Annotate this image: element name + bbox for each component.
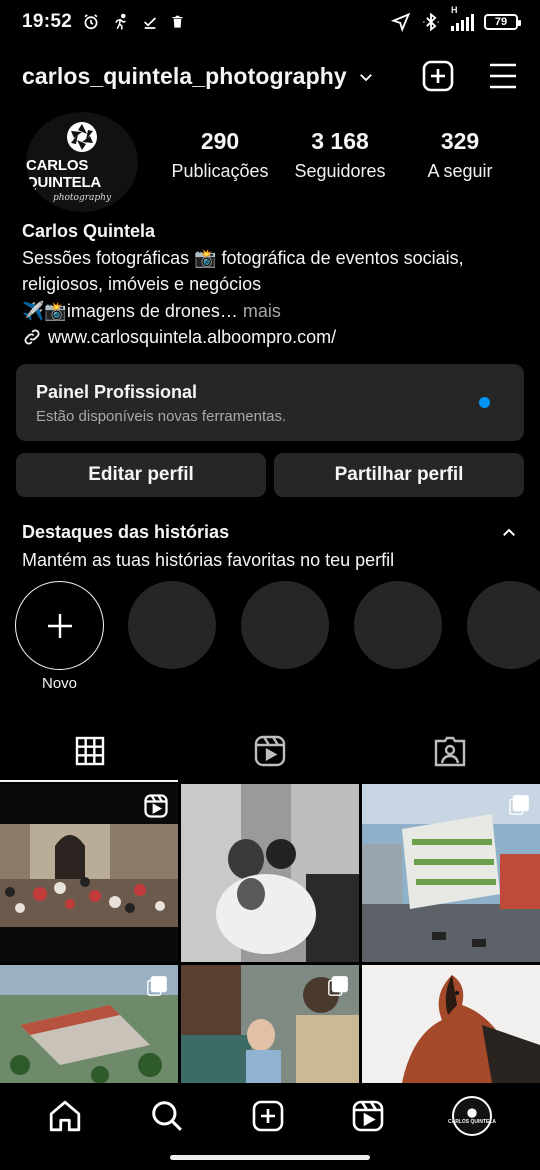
- grid-post[interactable]: [0, 784, 178, 962]
- profile-tabs: [0, 722, 540, 780]
- running-icon: [115, 13, 126, 30]
- camera-aperture-icon: [67, 122, 97, 152]
- menu-icon[interactable]: [488, 62, 518, 90]
- create-icon[interactable]: [252, 1100, 284, 1132]
- location-icon: [391, 12, 411, 32]
- carousel-badge-icon: [147, 976, 167, 996]
- battery-indicator: 79: [484, 14, 521, 30]
- profile-avatar[interactable]: CARLOS QUINTELA photography: [26, 112, 138, 212]
- carousel-badge-icon: [328, 976, 348, 996]
- post-thumbnail: [181, 784, 359, 962]
- carousel-badge-icon: [509, 795, 529, 815]
- bottom-navigation: CARLOS QUINTELA: [0, 1083, 540, 1149]
- professional-dashboard[interactable]: Painel Profissional Estão disponíveis no…: [16, 364, 524, 441]
- avatar-logo-subtext: photography: [52, 193, 112, 203]
- search-icon[interactable]: [150, 1099, 184, 1133]
- post-thumbnail: [362, 965, 540, 1083]
- profile-bio: Carlos Quintela Sessões fotográficas 📸 f…: [22, 218, 520, 351]
- bio-more-link[interactable]: mais: [238, 301, 281, 321]
- notification-dot: [479, 397, 490, 408]
- home-indicator[interactable]: [170, 1155, 370, 1160]
- highlights-title: Destaques das histórias: [22, 522, 230, 542]
- stat-label: Seguidores: [294, 161, 386, 181]
- highlight-placeholder: [128, 581, 216, 669]
- network-type: H: [451, 5, 458, 15]
- stat-posts[interactable]: 290 Publicações: [160, 128, 280, 182]
- panel-title: Painel Profissional: [36, 382, 198, 402]
- highlight-placeholder: [354, 581, 442, 669]
- status-time: 19:52: [22, 11, 73, 32]
- plus-icon: [47, 613, 72, 638]
- stat-value: 290: [200, 128, 240, 154]
- grid-post[interactable]: [181, 965, 359, 1083]
- grid-post[interactable]: [181, 784, 359, 962]
- download-done-icon: [144, 17, 157, 29]
- alarm-icon: [84, 14, 98, 30]
- tab-posts[interactable]: [0, 722, 180, 780]
- battery-level: 79: [494, 16, 508, 28]
- bio-line: religiosos, imóveis e negócios: [22, 274, 262, 294]
- chevron-up-icon[interactable]: [500, 524, 518, 542]
- new-post-icon[interactable]: [422, 60, 454, 92]
- website-link[interactable]: www.carlosquintela.alboompro.com/: [22, 324, 520, 351]
- stat-followers[interactable]: 3 168 Seguidores: [280, 128, 400, 182]
- tagged-icon: [434, 736, 466, 767]
- new-highlight-button[interactable]: [15, 581, 104, 670]
- link-icon: [24, 329, 40, 345]
- grid-post[interactable]: [362, 784, 540, 962]
- bluetooth-icon: [423, 12, 439, 32]
- status-bar: 19:52 H 79: [0, 0, 540, 44]
- signal-icon: H: [451, 5, 474, 31]
- camera-aperture-icon: [467, 1107, 477, 1118]
- avatar-logo-text: CARLOS QUINTELA: [447, 1118, 497, 1125]
- bio-line: ✈️📸imagens de drones…: [22, 300, 238, 321]
- profile-name: Carlos Quintela: [22, 221, 156, 241]
- stat-value: 329: [440, 128, 480, 154]
- highlight-placeholder: [467, 581, 540, 669]
- bio-line: Sessões fotográficas 📸 fotográfica de ev…: [22, 247, 464, 268]
- stat-following[interactable]: 329 A seguir: [400, 128, 520, 182]
- grid-post[interactable]: [0, 965, 178, 1083]
- profile-avatar[interactable]: CARLOS QUINTELA: [448, 1096, 496, 1136]
- share-profile-button[interactable]: Partilhar perfil: [274, 453, 524, 497]
- panel-subtitle: Estão disponíveis novas ferramentas.: [36, 408, 287, 425]
- tab-reels[interactable]: [180, 722, 360, 780]
- reels-icon: [254, 735, 286, 767]
- profile-header: carlos_quintela_photography: [22, 52, 518, 100]
- chevron-down-icon[interactable]: [357, 68, 375, 86]
- avatar-logo-text: CARLOS QUINTELA: [26, 157, 102, 191]
- trash-icon: [172, 15, 183, 28]
- reel-badge-icon: [144, 794, 168, 818]
- stat-label: A seguir: [427, 161, 493, 181]
- reels-icon[interactable]: [352, 1100, 384, 1132]
- account-switcher[interactable]: carlos_quintela_photography: [22, 63, 347, 90]
- highlight-placeholder: [241, 581, 329, 669]
- home-icon[interactable]: [48, 1099, 82, 1133]
- stat-label: Publicações: [171, 161, 269, 181]
- stat-value: 3 168: [311, 128, 369, 154]
- website-url: www.carlosquintela.alboompro.com/: [48, 327, 337, 347]
- tab-tagged[interactable]: [360, 722, 540, 780]
- active-tab-indicator: [0, 780, 178, 782]
- edit-profile-button[interactable]: Editar perfil: [16, 453, 266, 497]
- grid-icon: [75, 736, 105, 766]
- grid-post[interactable]: [362, 965, 540, 1083]
- new-highlight-label: Novo: [41, 675, 78, 692]
- profile-stats: 290 Publicações 3 168 Seguidores 329 A s…: [160, 128, 520, 182]
- highlights-subtitle: Mantém as tuas histórias favoritas no te…: [22, 550, 395, 570]
